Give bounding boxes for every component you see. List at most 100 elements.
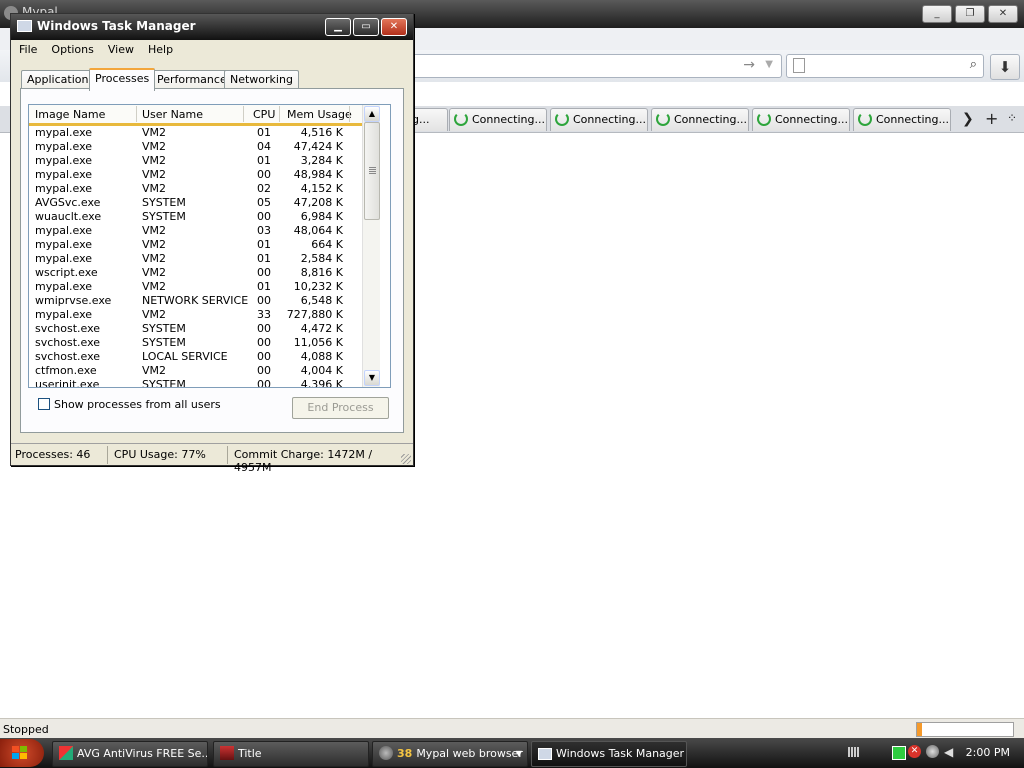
security-alert-icon[interactable]: ✕ [908,745,921,758]
all-tabs-icon[interactable]: ⁘ [1007,111,1017,125]
task-manager-titlebar[interactable]: Windows Task Manager ▁ ▭ ✕ [11,14,413,40]
process-mem-usage: 6,984 K [300,210,343,223]
app-window-icon [220,746,234,760]
process-row[interactable]: svchost.exe LOCAL SERVICE 00 4,088 K [29,350,362,364]
process-list[interactable]: Image Name User Name CPU Mem Usage mypal… [28,104,391,388]
taskbar-item-task-manager[interactable]: Windows Task Manager [531,741,687,767]
column-header-image-name[interactable]: Image Name [35,108,105,121]
download-button[interactable]: ⬇ [990,54,1020,80]
taskbar-item-mypal[interactable]: 38 Mypal web browser ▼ [372,741,528,767]
process-mem-usage: 4,004 K [300,364,343,377]
browser-tab[interactable]: Connecting... [550,108,648,131]
end-process-button[interactable]: End Process [292,397,389,419]
process-row[interactable]: mypal.exe VM2 03 48,064 K [29,224,362,238]
process-mem-usage: 727,880 K [286,308,343,321]
process-row[interactable]: mypal.exe VM2 01 3,284 K [29,154,362,168]
process-row[interactable]: mypal.exe VM2 01 4,516 K [29,126,362,140]
column-header-cpu[interactable]: CPU [253,108,275,121]
search-bar[interactable]: ⌕ [786,54,984,78]
page-load-progress-fill [917,723,922,736]
tab-label: Connecting... [472,113,545,126]
process-row[interactable]: mypal.exe VM2 04 47,424 K [29,140,362,154]
menu-file[interactable]: File [11,40,43,60]
process-mem-usage: 48,064 K [293,224,343,237]
column-header-mem-usage[interactable]: Mem Usage [287,108,352,121]
process-row[interactable]: mypal.exe VM2 01 664 K [29,238,362,252]
network-status-icon[interactable] [892,746,906,760]
process-user-name: LOCAL SERVICE [142,350,228,363]
scroll-thumb[interactable] [364,122,380,220]
url-dropdown-icon[interactable]: ▼ [765,59,773,70]
process-image-name: wmiprvse.exe [35,294,112,307]
process-cpu: 01 [257,154,271,167]
go-arrow-icon[interactable]: → [743,57,755,73]
process-row[interactable]: ctfmon.exe VM2 00 4,004 K [29,364,362,378]
process-user-name: VM2 [142,224,167,237]
process-cpu: 01 [257,252,271,265]
process-row[interactable]: userinit.exe SYSTEM 00 4,396 K [29,378,362,388]
search-engine-icon[interactable] [793,58,805,73]
process-row[interactable]: svchost.exe SYSTEM 00 4,472 K [29,322,362,336]
process-user-name: VM2 [142,140,167,153]
loading-spinner-icon [555,112,569,126]
checkbox-box[interactable] [38,398,50,410]
process-row[interactable]: AVGSvc.exe SYSTEM 05 47,208 K [29,196,362,210]
process-row[interactable]: wmiprvse.exe NETWORK SERVICE 00 6,548 K [29,294,362,308]
process-row[interactable]: mypal.exe VM2 01 10,232 K [29,280,362,294]
menu-help[interactable]: Help [140,40,179,60]
process-cpu: 02 [257,182,271,195]
tab-processes[interactable]: Processes [89,68,156,91]
taskbar-item-label: AVG AntiVirus FREE Se... [77,747,208,760]
search-icon[interactable]: ⌕ [970,57,977,72]
scroll-tabs-right-icon[interactable]: ❯ [962,111,974,127]
process-row[interactable]: mypal.exe VM2 00 48,984 K [29,168,362,182]
mypal-tray-icon[interactable] [926,745,939,758]
browser-close-button[interactable]: ✕ [988,5,1018,23]
process-cpu: 33 [257,308,271,321]
browser-minimize-button[interactable]: _ [922,5,952,23]
maximize-button[interactable]: ▭ [353,18,379,36]
browser-tab[interactable]: Connecting... [853,108,951,131]
process-image-name: mypal.exe [35,280,93,293]
tab-performance[interactable]: Performance [151,70,233,89]
menu-options[interactable]: Options [43,40,99,60]
taskbar-item-avg[interactable]: AVG AntiVirus FREE Se... [52,741,208,767]
process-row[interactable]: mypal.exe VM2 33 727,880 K [29,308,362,322]
browser-restore-button[interactable]: ❐ [955,5,985,23]
tab-networking[interactable]: Networking [224,70,299,89]
keyboard-icon[interactable] [848,747,860,757]
column-header-user-name[interactable]: User Name [142,108,203,121]
process-mem-usage: 4,472 K [300,322,343,335]
taskbar-item-title[interactable]: Title [213,741,369,767]
process-row[interactable]: mypal.exe VM2 02 4,152 K [29,182,362,196]
process-user-name: VM2 [142,266,167,279]
browser-tab[interactable]: Connecting... [651,108,749,131]
volume-icon[interactable]: ◀ [944,745,953,759]
browser-tab[interactable]: Connecting... [449,108,547,131]
group-dropdown-icon[interactable]: ▼ [516,742,522,766]
process-cpu: 00 [257,378,271,388]
process-mem-usage: 11,056 K [293,336,343,349]
start-button[interactable] [0,739,44,767]
scroll-up-button[interactable]: ▲ [364,106,380,122]
browser-tab[interactable]: Connecting... [752,108,850,131]
loading-spinner-icon [454,112,468,126]
process-image-name: mypal.exe [35,308,93,321]
resize-grip-icon[interactable] [401,454,411,464]
process-mem-usage: 3,284 K [300,154,343,167]
process-cpu: 00 [257,210,271,223]
minimize-button[interactable]: ▁ [325,18,351,36]
status-cpu-usage: CPU Usage: 77% [114,448,206,461]
close-button[interactable]: ✕ [381,18,407,36]
scroll-down-button[interactable]: ▼ [364,370,380,386]
new-tab-icon[interactable]: + [985,109,998,128]
process-row[interactable]: mypal.exe VM2 01 2,584 K [29,252,362,266]
vertical-scrollbar[interactable]: ▲ ▼ [362,105,380,387]
process-mem-usage: 664 K [311,238,343,251]
menu-view[interactable]: View [100,40,140,60]
process-row[interactable]: wuauclt.exe SYSTEM 00 6,984 K [29,210,362,224]
process-row[interactable]: wscript.exe VM2 00 8,816 K [29,266,362,280]
process-cpu: 05 [257,196,271,209]
process-row[interactable]: svchost.exe SYSTEM 00 11,056 K [29,336,362,350]
show-all-processes-checkbox[interactable]: Show processes from all users [38,398,221,411]
